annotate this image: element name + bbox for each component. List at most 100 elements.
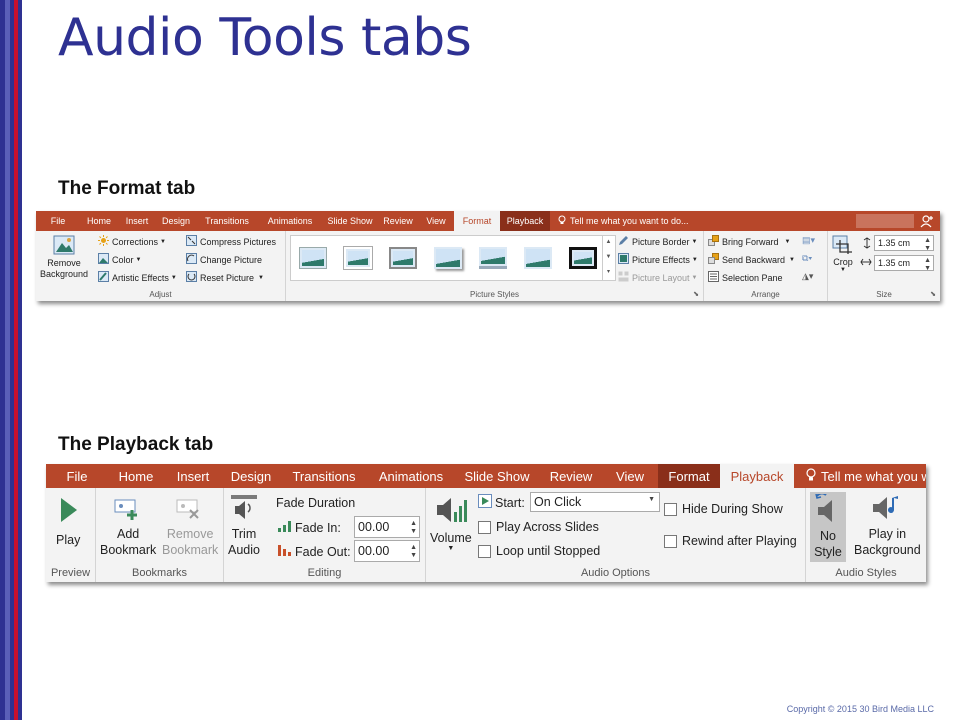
tab-slide-show[interactable]: Slide Show [322, 211, 378, 231]
tell-me-box[interactable]: Tell me what you want to do... [550, 211, 750, 231]
tab-playback[interactable]: Playback [500, 211, 550, 231]
tab-format[interactable]: Format [454, 211, 500, 231]
picture-style-thumbnail[interactable] [434, 247, 462, 269]
format-tab-bar: File Home Insert Design Transitions Anim… [36, 211, 940, 231]
checkbox-box[interactable] [664, 534, 677, 548]
tab-view[interactable]: View [602, 464, 658, 488]
fade-out-label: Fade Out: [295, 544, 351, 559]
corrections-button[interactable]: Corrections ▼ [98, 235, 166, 248]
picture-effects-icon [618, 253, 629, 266]
playback-ribbon-body: Play Preview Add Bookmark Remove Bookmar… [46, 488, 926, 582]
start-dropdown[interactable]: On Click ▼ [530, 492, 660, 512]
picture-style-thumbnail[interactable] [344, 247, 372, 269]
checkbox-box[interactable] [664, 502, 677, 516]
no-style-button[interactable]: No Style [810, 492, 846, 562]
picture-style-thumbnail[interactable] [524, 247, 552, 269]
compress-icon [186, 235, 197, 248]
crop-button[interactable]: Crop ▼ [832, 235, 854, 273]
picture-effects-label: Picture Effects [632, 254, 690, 265]
rotate-icon[interactable]: ◮▾ [802, 271, 813, 282]
tab-insert[interactable]: Insert [118, 211, 156, 231]
compress-pictures-label: Compress Pictures [200, 236, 277, 247]
color-button[interactable]: Color ▼ [98, 253, 141, 266]
width-input[interactable]: 1.35 cm ▲ ▼ [874, 255, 934, 273]
tab-file[interactable]: File [46, 464, 108, 488]
volume-button[interactable]: Volume ▼ [430, 494, 472, 552]
tell-me-box[interactable]: Tell me what you w [794, 464, 926, 488]
tab-review[interactable]: Review [540, 464, 602, 488]
send-backward-button[interactable]: Send Backward ▼ [708, 253, 795, 266]
fade-out-input[interactable]: 00.00 ▲ ▼ [354, 540, 420, 562]
trim-audio-button[interactable]: Trim Audio [228, 494, 260, 558]
picture-style-thumbnail[interactable] [479, 247, 507, 269]
dialog-launcher-icon[interactable]: ⬊ [930, 290, 936, 298]
tab-transitions[interactable]: Transitions [280, 464, 368, 488]
remove-bookmark-button[interactable]: Remove Bookmark [162, 496, 218, 558]
fade-in-input[interactable]: 00.00 ▲ ▼ [354, 516, 420, 538]
bring-forward-button[interactable]: Bring Forward ▼ [708, 235, 790, 248]
chevron-down-icon: ▼ [691, 238, 698, 245]
preview-group: Play Preview [46, 488, 96, 582]
share-icon[interactable] [920, 214, 934, 228]
tab-design[interactable]: Design [222, 464, 280, 488]
spinner-arrows-icon[interactable]: ▲ ▼ [410, 520, 417, 536]
play-in-background-label-line1: Play in [868, 527, 907, 541]
play-in-background-button[interactable]: Play in Background [854, 494, 921, 558]
size-group: Crop ▼ 1.35 cm ▲ ▼ 1.35 cm ▲ ▼ Size ⬊ [828, 231, 940, 301]
lightbulb-icon [558, 215, 566, 227]
picture-effects-button[interactable]: Picture Effects ▼ [618, 253, 698, 266]
remove-background-icon [53, 235, 75, 258]
tab-review[interactable]: Review [378, 211, 418, 231]
selection-pane-label: Selection Pane [722, 272, 783, 283]
remove-bookmark-label-line2: Bookmark [162, 543, 219, 557]
start-icon [478, 494, 492, 511]
picture-style-thumbnail[interactable] [569, 247, 597, 269]
spinner-arrows-icon[interactable]: ▲ ▼ [410, 544, 417, 560]
height-input[interactable]: 1.35 cm ▲ ▼ [874, 235, 934, 253]
tab-animations[interactable]: Animations [368, 464, 454, 488]
spinner-arrows-icon[interactable]: ▲ ▼ [924, 257, 931, 273]
change-picture-button[interactable]: Change Picture [186, 253, 262, 266]
tab-insert[interactable]: Insert [164, 464, 222, 488]
remove-bookmark-label-line1: Remove [166, 527, 214, 541]
tab-playback[interactable]: Playback [720, 464, 794, 488]
artistic-effects-button[interactable]: Artistic Effects ▼ [98, 271, 177, 284]
checkbox-box[interactable] [478, 544, 491, 558]
tab-home[interactable]: Home [108, 464, 164, 488]
tab-design[interactable]: Design [156, 211, 196, 231]
picture-style-thumbnail[interactable] [299, 247, 327, 269]
send-backward-icon [708, 253, 719, 266]
align-icon[interactable]: ▤▾ [802, 235, 815, 246]
hide-during-show-checkbox[interactable]: Hide During Show [664, 502, 783, 516]
send-backward-label: Send Backward [722, 254, 786, 265]
gallery-scroll-buttons[interactable]: ▲ ▼ ▾ [602, 235, 614, 281]
group-objects-icon[interactable]: ⧉▾ [802, 253, 812, 264]
hide-during-show-label: Hide During Show [682, 502, 783, 516]
tab-transitions[interactable]: Transitions [196, 211, 258, 231]
tab-home[interactable]: Home [80, 211, 118, 231]
spinner-arrows-icon[interactable]: ▲ ▼ [924, 237, 931, 253]
picture-styles-gallery[interactable] [290, 235, 616, 281]
play-button[interactable]: Play [56, 496, 80, 547]
tab-view[interactable]: View [418, 211, 454, 231]
picture-border-button[interactable]: Picture Border ▼ [618, 235, 697, 248]
remove-background-button[interactable]: Remove Background [38, 235, 90, 280]
checkbox-box[interactable] [478, 520, 491, 534]
add-bookmark-button[interactable]: Add Bookmark [100, 496, 156, 558]
dialog-launcher-icon[interactable]: ⬊ [693, 290, 699, 298]
tab-file[interactable]: File [36, 211, 80, 231]
play-across-slides-checkbox[interactable]: Play Across Slides [478, 520, 599, 534]
compress-pictures-button[interactable]: Compress Pictures [186, 235, 276, 248]
reset-picture-button[interactable]: Reset Picture ▼ [186, 271, 264, 284]
rewind-after-playing-checkbox[interactable]: Rewind after Playing [664, 534, 797, 548]
picture-style-thumbnail[interactable] [389, 247, 417, 269]
tab-format[interactable]: Format [658, 464, 720, 488]
picture-layout-button[interactable]: Picture Layout ▼ [618, 271, 698, 284]
picture-layout-label: Picture Layout [632, 272, 690, 283]
arrange-group-label: Arrange [751, 290, 780, 299]
selection-pane-button[interactable]: Selection Pane [708, 271, 783, 284]
selection-pane-icon [708, 271, 719, 284]
tab-slide-show[interactable]: Slide Show [454, 464, 540, 488]
loop-until-stopped-checkbox[interactable]: Loop until Stopped [478, 544, 600, 558]
tab-animations[interactable]: Animations [258, 211, 322, 231]
